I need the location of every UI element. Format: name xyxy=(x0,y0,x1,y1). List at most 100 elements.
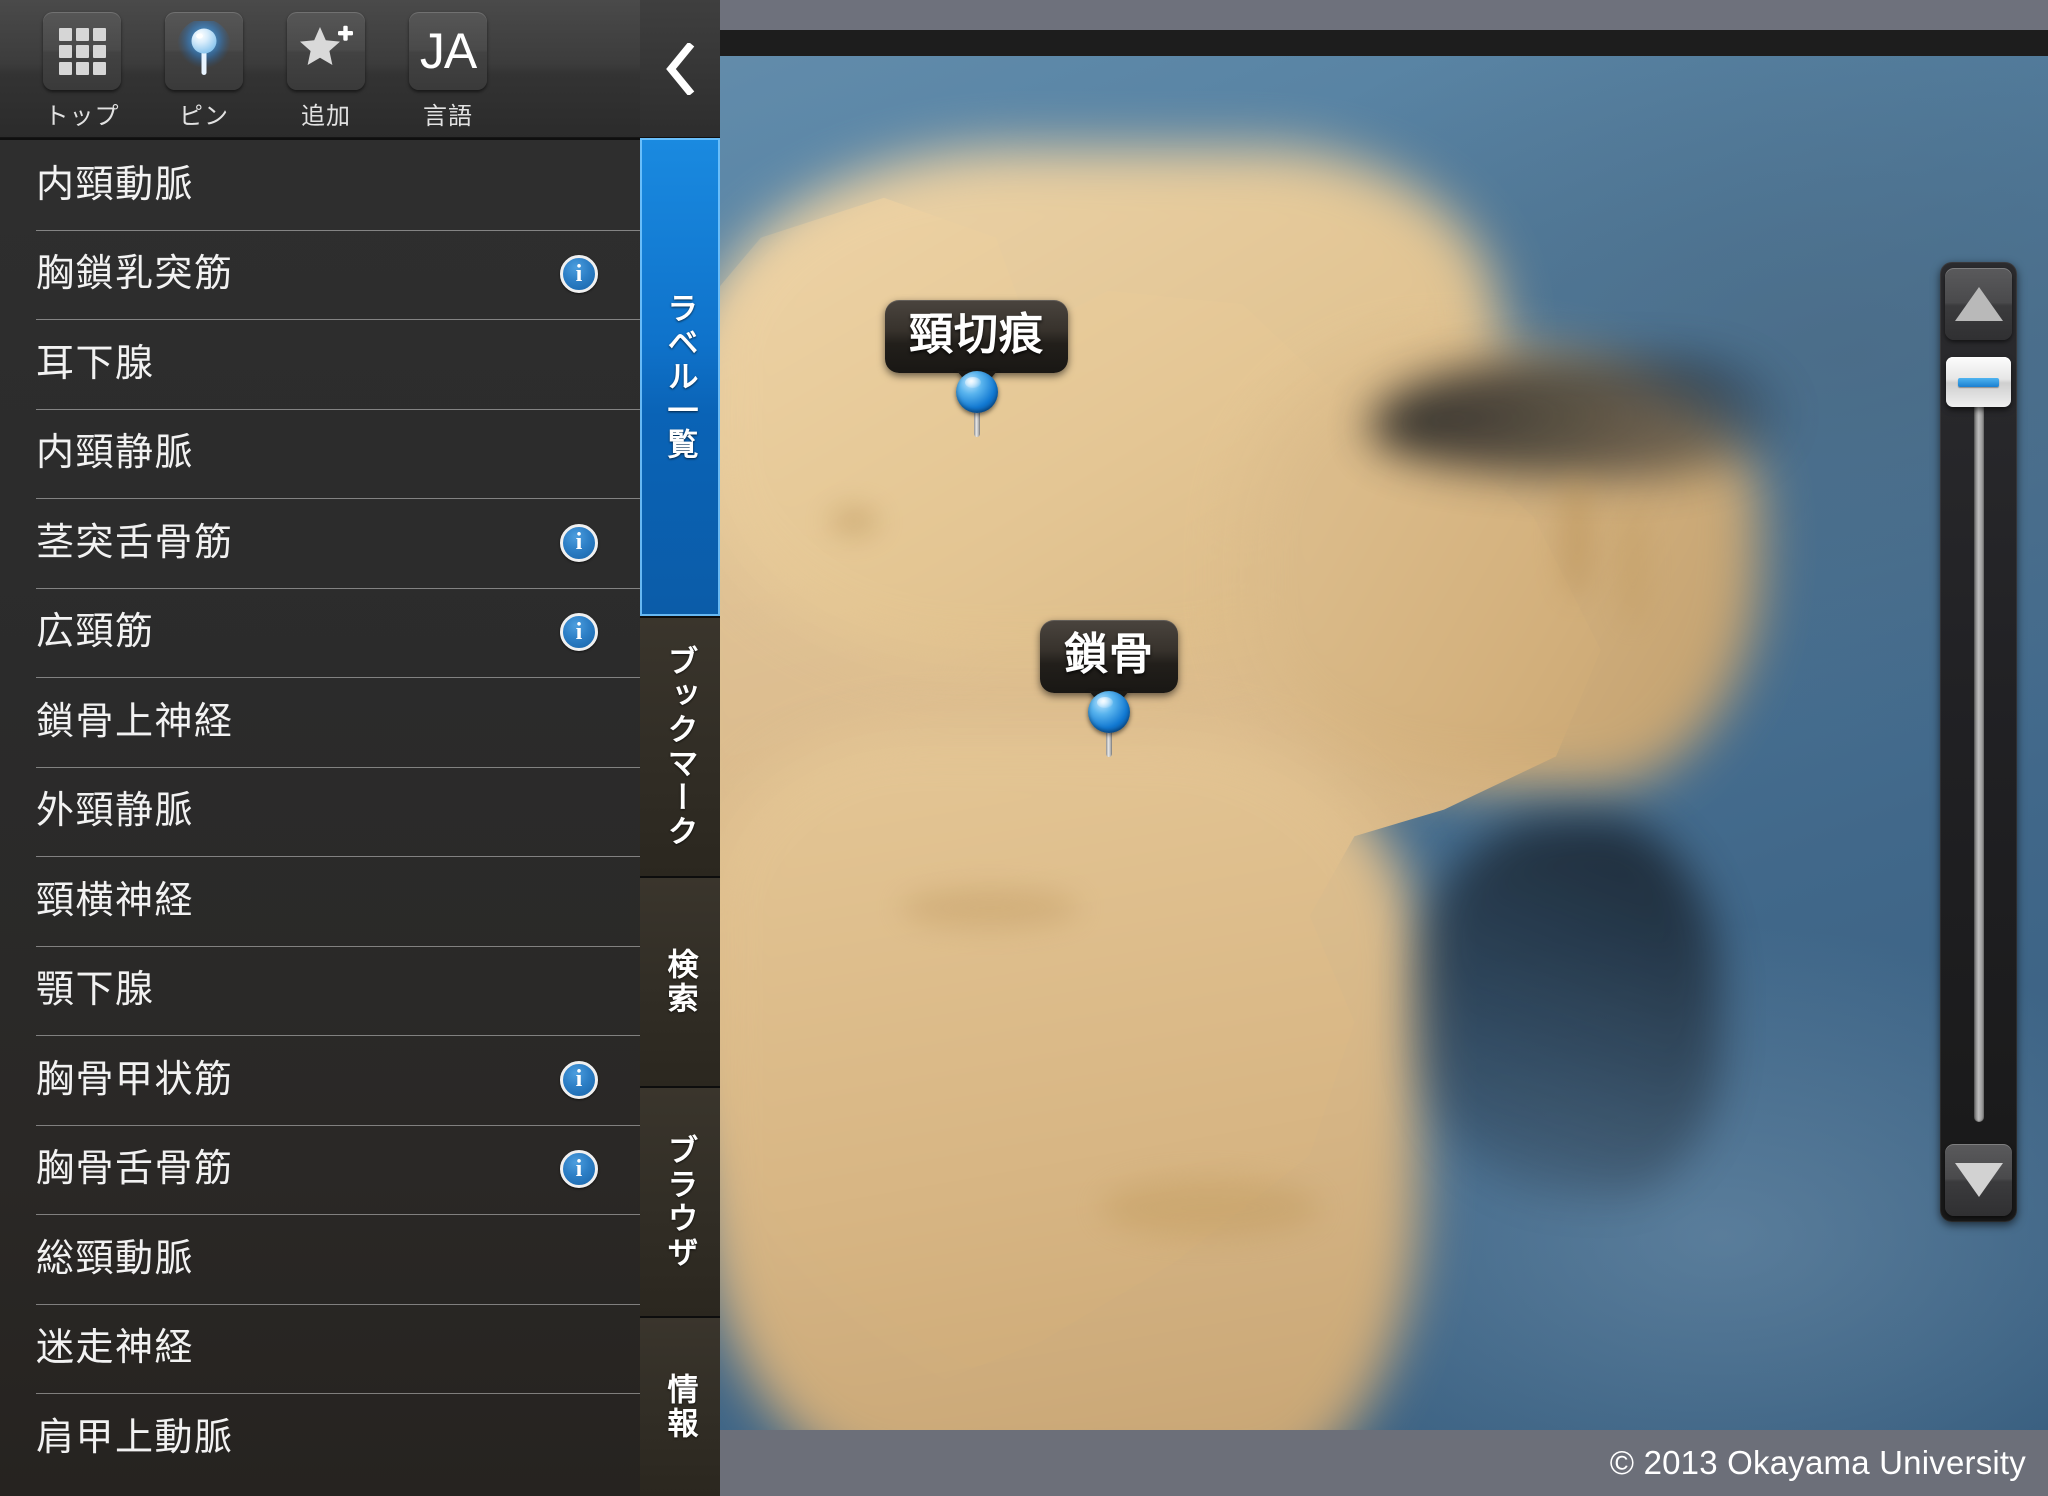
info-icon[interactable]: i xyxy=(560,1150,598,1189)
list-item[interactable]: 内頸静脈 xyxy=(0,408,640,499)
pin-stem-area xyxy=(1040,691,1178,758)
list-item[interactable]: 広頸筋 i xyxy=(0,587,640,678)
bone-texture-1 xyxy=(830,508,878,534)
tab-label: ラベル一覧 xyxy=(662,292,698,462)
copyright-text: © 2013 Okayama University xyxy=(1609,1444,2026,1481)
pin-head-icon[interactable] xyxy=(955,371,998,414)
toolbar: トップ ピン 追加 JA 言語 xyxy=(0,0,640,138)
pin-head-wrap[interactable] xyxy=(955,371,998,414)
list-item[interactable]: 胸骨甲状筋 i xyxy=(0,1035,640,1125)
toolbar-label-add: 追加 xyxy=(301,103,351,130)
pin-label-bubble[interactable]: 鎖骨 xyxy=(1040,620,1178,716)
list-item-label: 胸骨舌骨筋 xyxy=(36,1148,234,1191)
list-item-label: 胸鎖乳突筋 xyxy=(36,253,234,296)
bone-texture-4 xyxy=(900,888,1080,928)
list-item-label: 肩甲上動脈 xyxy=(36,1416,234,1459)
toolbar-label-top: トップ xyxy=(44,103,120,130)
list-item[interactable]: 迷走神経 xyxy=(0,1303,640,1394)
star-plus-icon xyxy=(300,25,353,65)
info-icon-glyph: i xyxy=(575,260,583,287)
list-item-label: 外頸静脈 xyxy=(36,790,195,833)
triangle-up-icon xyxy=(1954,287,2003,321)
list-item[interactable]: 内頸動脈 xyxy=(0,140,640,230)
list-item[interactable]: 鎖骨上神経 xyxy=(0,677,640,767)
zoom-slider-track[interactable] xyxy=(1973,362,1984,1122)
info-icon[interactable]: i xyxy=(560,613,598,652)
info-icon-glyph: i xyxy=(575,529,583,556)
list-item-label: 鎖骨上神経 xyxy=(36,700,234,743)
pin-button-icon-frame[interactable] xyxy=(165,12,243,90)
toolbar-button-pin[interactable]: ピン xyxy=(152,12,256,131)
info-icon[interactable]: i xyxy=(560,255,598,294)
bone-mass-lower xyxy=(700,728,1420,1432)
tab-bookmark[interactable]: ブックマーク xyxy=(640,618,720,878)
info-icon-glyph: i xyxy=(575,1155,583,1182)
tab-list[interactable]: ラベル一覧ブックマーク検索ブラウザ情報 xyxy=(640,138,720,1496)
bone-texture-3 xyxy=(1620,498,1646,628)
list-item[interactable]: 茎突舌骨筋 i xyxy=(0,498,640,588)
list-item-label: 顎下腺 xyxy=(36,969,155,1012)
grid-icon xyxy=(58,27,106,75)
list-item[interactable]: 外頸静脈 xyxy=(0,766,640,857)
tab-search[interactable]: 検索 xyxy=(640,878,720,1088)
app-root: © 2013 Okayama University 頸切痕 鎖骨 トップ ピン … xyxy=(0,0,2048,1496)
pin-icon xyxy=(177,21,231,75)
bone-texture-5 xyxy=(1100,1178,1320,1238)
ja-language-icon: JA xyxy=(419,23,477,79)
list-item[interactable]: 肩甲上動脈 xyxy=(0,1393,640,1483)
pin-label-text: 鎖骨 xyxy=(1064,630,1154,679)
list-item[interactable]: 耳下腺 xyxy=(0,319,640,409)
tab-label: 情報 xyxy=(662,1373,698,1441)
chevron-left-icon xyxy=(666,43,695,95)
bone-texture-2 xyxy=(1560,478,1594,598)
tab-label: ブラウザ xyxy=(662,1134,698,1270)
list-item-label: 内頸静脈 xyxy=(36,432,195,475)
list-item[interactable]: 胸鎖乳突筋 i xyxy=(0,229,640,320)
pin-head-icon[interactable] xyxy=(1088,691,1130,734)
list-item[interactable]: 総頸動脈 xyxy=(0,1214,640,1304)
label-list[interactable]: 内頸動脈胸鎖乳突筋 i 耳下腺内頸静脈茎突舌骨筋 i 広頸筋 i 鎖骨上神経外頸静脈頸横神経… xyxy=(0,138,640,1496)
zoom-slider-handle[interactable] xyxy=(1946,357,2011,407)
toolbar-label-pin: ピン xyxy=(179,103,229,130)
info-icon[interactable]: i xyxy=(560,523,598,562)
info-icon-glyph: i xyxy=(575,618,583,645)
list-item-label: 内頸動脈 xyxy=(36,163,195,206)
toolbar-label-language: 言語 xyxy=(423,103,473,130)
language-button-icon-frame[interactable]: JA xyxy=(409,12,487,90)
tab-info[interactable]: 情報 xyxy=(640,1318,720,1496)
pin-marker[interactable]: 鎖骨 xyxy=(1040,620,1178,758)
tab-browser[interactable]: ブラウザ xyxy=(640,1088,720,1318)
list-item[interactable]: 胸骨舌骨筋 i xyxy=(0,1124,640,1215)
zoom-handle-grip-icon xyxy=(1958,377,1999,387)
tab-strip: ラベル一覧ブックマーク検索ブラウザ情報 xyxy=(640,0,720,1496)
list-item-label: 頸横神経 xyxy=(36,879,195,922)
toolbar-button-language[interactable]: JA 言語 xyxy=(396,12,500,131)
toolbar-button-add[interactable]: 追加 xyxy=(274,12,378,131)
triangle-down-icon xyxy=(1954,1163,2003,1197)
tab-label-list[interactable]: ラベル一覧 xyxy=(640,138,720,618)
info-icon[interactable]: i xyxy=(560,1060,598,1099)
collapse-panel-button[interactable] xyxy=(640,0,720,138)
pin-stem-area xyxy=(885,371,1068,438)
zoom-slider[interactable] xyxy=(1940,262,2017,1222)
list-item-label: 広頸筋 xyxy=(36,611,155,654)
list-item-label: 胸骨甲状筋 xyxy=(36,1058,234,1101)
list-item[interactable]: 頸横神経 xyxy=(0,856,640,946)
shadow-right xyxy=(1420,818,1720,1198)
tab-label: ブックマーク xyxy=(662,645,698,849)
info-icon-glyph: i xyxy=(575,1066,583,1093)
add-button-icon-frame[interactable] xyxy=(287,12,365,90)
pin-head-wrap[interactable] xyxy=(1088,691,1130,734)
list-item-label: 総頸動脈 xyxy=(36,1237,195,1280)
pin-marker[interactable]: 頸切痕 xyxy=(885,300,1068,438)
left-panel: トップ ピン 追加 JA 言語 内頸動脈 胸鎖乳突筋 i 耳下腺 内頸静脈 茎突… xyxy=(0,0,640,1496)
toolbar-button-top[interactable]: トップ xyxy=(30,12,134,131)
pin-label-text: 頸切痕 xyxy=(909,310,1044,359)
zoom-in-button[interactable] xyxy=(1945,268,2012,340)
list-item[interactable]: 顎下腺 xyxy=(0,945,640,1036)
top-button-icon-frame[interactable] xyxy=(43,12,121,90)
pin-label-bubble[interactable]: 頸切痕 xyxy=(885,300,1068,396)
list-item-label: 耳下腺 xyxy=(36,342,155,385)
list-item-label: 迷走神経 xyxy=(36,1327,195,1370)
zoom-out-button[interactable] xyxy=(1945,1144,2012,1216)
